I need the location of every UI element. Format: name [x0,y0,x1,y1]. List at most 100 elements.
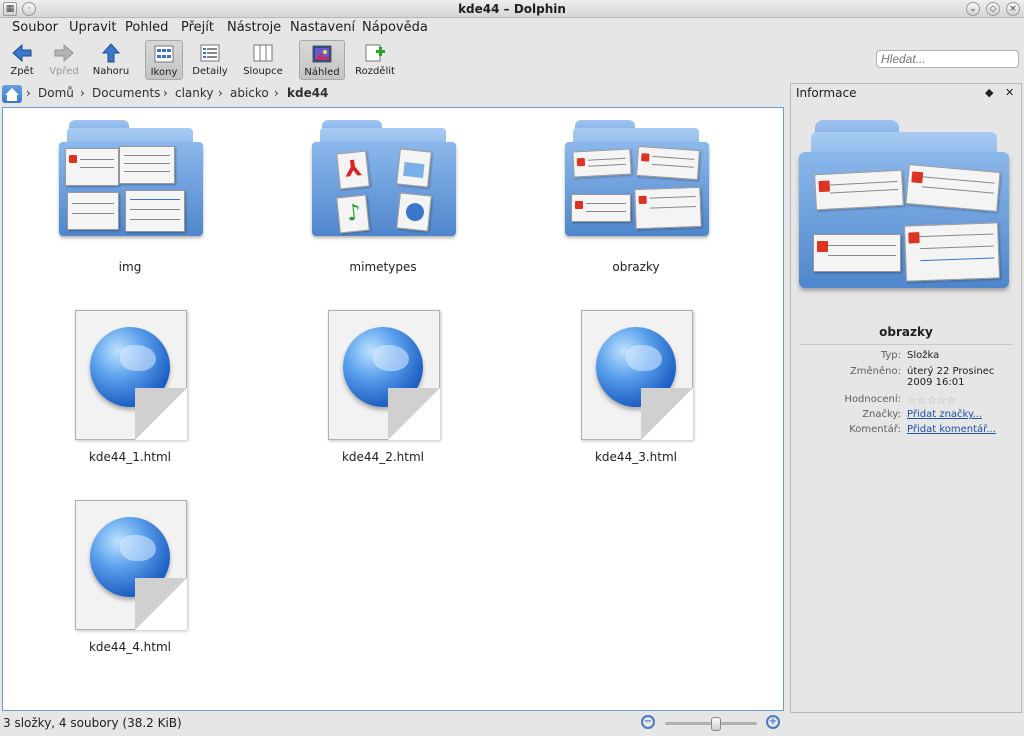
close-icon[interactable]: × [1006,2,1020,16]
home-icon[interactable] [2,85,22,103]
folder-icon [565,120,709,236]
star-icon[interactable]: ☆ [927,394,937,407]
file-name: kde44_4.html [88,640,171,654]
menu-nastaveni[interactable]: Nastavení [290,20,355,35]
up-button[interactable]: Nahoru [90,40,132,80]
icons-view-icon [154,45,174,63]
close-panel-icon[interactable]: ✕ [1005,86,1014,99]
menu-bar: Soubor Upravit Pohled Přejít Nástroje Na… [0,18,1024,38]
preview-icon [312,45,332,63]
file-item-kde44-3[interactable]: kde44_3.html [541,308,731,468]
star-icon[interactable]: ☆ [937,394,947,407]
html-file-icon [328,310,440,440]
menu-pohled[interactable]: Pohled [125,20,168,35]
breadcrumb-separator: › [26,86,31,100]
minimize-icon[interactable]: ⌄ [966,2,980,16]
icons-label: Ikony [150,67,178,78]
file-name: kde44_3.html [594,450,677,464]
modified-value: úterý 22 Prosinec 2009 16:01 [907,366,995,388]
html-file-icon [75,500,187,630]
panel-title: Informace [796,86,857,100]
split-icon [365,44,385,62]
icons-view-button[interactable]: Ikony [145,40,183,80]
back-button[interactable]: Zpět [4,40,40,80]
file-name: mimetypes [349,260,417,274]
columns-label: Sloupce [243,66,283,77]
file-name: kde44_2.html [341,450,424,464]
tags-label: Značky: [862,409,901,420]
details-label: Detaily [192,66,228,77]
star-icon[interactable]: ☆ [917,394,927,407]
breadcrumb-abicko[interactable]: abicko [230,86,269,100]
breadcrumb-current[interactable]: kde44 [287,86,328,100]
file-item-kde44-4[interactable]: kde44_4.html [35,498,225,658]
columns-view-icon [253,44,273,62]
arrow-right-icon [54,43,74,63]
file-item-kde44-1[interactable]: kde44_1.html [35,308,225,468]
file-name: kde44_1.html [88,450,171,464]
add-comment-link[interactable]: Přidat komentář... [907,424,996,435]
breadcrumb-separator: › [218,86,223,100]
breadcrumb: › Domů › Documents › clanky › abicko › k… [0,84,786,104]
star-icon[interactable]: ☆ [907,394,917,407]
file-item-img[interactable]: img [35,120,225,280]
html-file-icon [581,310,693,440]
status-bar: 3 složky, 4 soubory (38.2 KiB) − + [0,713,786,735]
breadcrumb-home[interactable]: Domů [38,86,74,100]
up-label: Nahoru [92,66,130,77]
rating-label: Hodnocení: [844,394,901,405]
divider [799,344,1013,345]
toolbar: Zpět Vpřed Nahoru Ikony Detaily Sloupce … [0,38,1024,82]
maximize-icon[interactable]: ◇ [986,2,1000,16]
file-name: img [118,260,142,274]
title-bar: ▦ · kde44 – Dolphin ⌄ ◇ × [0,0,1024,18]
file-view[interactable]: img ⅄ ♪ mimetypes obrazky kde44_1.html k… [2,107,784,711]
details-view-icon [200,44,220,62]
preview-label: Náhled [304,67,340,78]
window-title: kde44 – Dolphin [458,2,566,16]
type-value: Složka [907,350,940,361]
arrow-left-icon [12,43,32,63]
folder-icon: ⅄ ♪ [312,120,456,236]
split-label: Rozdělit [355,66,395,77]
search-input[interactable] [876,50,1019,68]
add-tags-link[interactable]: Přidat značky... [907,409,982,420]
folder-icon [59,120,203,236]
modified-label: Změněno: [849,366,901,377]
breadcrumb-clanky[interactable]: clanky [175,86,214,100]
details-view-button[interactable]: Detaily [190,40,230,80]
menu-napoveda[interactable]: Nápověda [362,20,428,35]
selected-item-name: obrazky [879,325,933,339]
forward-button[interactable]: Vpřed [44,40,84,80]
zoom-out-icon[interactable]: − [641,715,655,729]
columns-view-button[interactable]: Sloupce [240,40,286,80]
type-label: Typ: [880,350,901,361]
preview-button[interactable]: Náhled [299,40,345,80]
zoom-in-icon[interactable]: + [766,715,780,729]
rating-stars[interactable]: ☆☆☆☆☆ [907,394,1019,407]
breadcrumb-separator: › [274,86,279,100]
information-panel: Informace ◆ ✕ obrazky Typ: Složka Změněn… [790,83,1022,713]
menu-prejit[interactable]: Přejít [181,20,214,35]
menu-soubor[interactable]: Soubor [12,20,58,35]
float-panel-icon[interactable]: ◆ [985,86,993,99]
zoom-slider-handle[interactable] [710,717,721,731]
status-text: 3 složky, 4 soubory (38.2 KiB) [3,716,182,730]
folder-preview [799,120,1009,290]
breadcrumb-separator: › [163,86,168,100]
breadcrumb-documents[interactable]: Documents [92,86,160,100]
comment-label: Komentář: [849,424,901,435]
split-button[interactable]: Rozdělit [352,40,398,80]
star-icon[interactable]: ☆ [947,394,957,407]
back-label: Zpět [10,66,34,77]
file-name: obrazky [612,260,660,274]
menu-nastroje[interactable]: Nástroje [227,20,281,35]
file-item-mimetypes[interactable]: ⅄ ♪ mimetypes [288,120,478,280]
file-item-kde44-2[interactable]: kde44_2.html [288,308,478,468]
breadcrumb-separator: › [80,86,85,100]
arrow-up-icon [101,43,121,63]
html-file-icon [75,310,187,440]
file-item-obrazky[interactable]: obrazky [541,120,731,280]
menu-upravit[interactable]: Upravit [69,20,116,35]
forward-label: Vpřed [49,66,79,77]
